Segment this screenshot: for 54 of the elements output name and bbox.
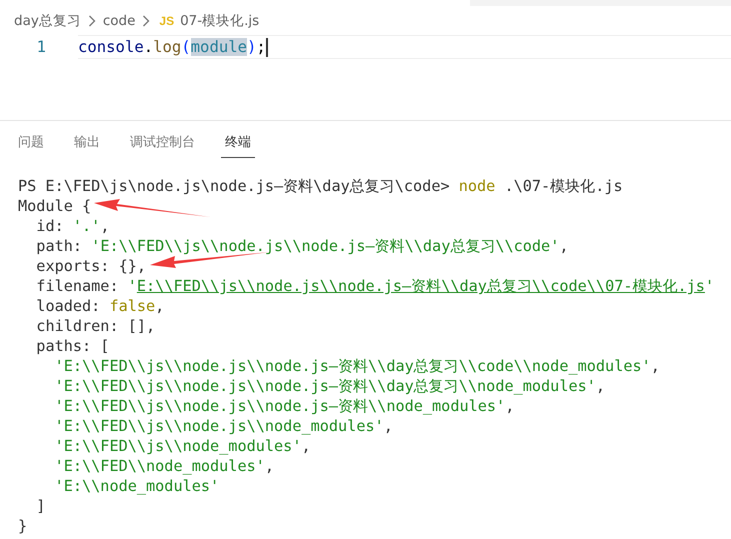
- terminal-text: ,: [596, 377, 606, 395]
- string-text: 'E:\\FED\\js\\node_modules': [54, 437, 302, 455]
- file-link[interactable]: E:\\FED\\js\\node.js\\node.js—资料\\day总复习\\code\\07-模块化.js: [136, 277, 705, 295]
- terminal-text: children: [],: [36, 317, 156, 335]
- panel-tab[interactable]: 终端: [221, 133, 255, 158]
- panel-tab[interactable]: 输出: [70, 133, 104, 158]
- string-text: 'E:\\node_modules': [54, 477, 220, 495]
- string-text: 'E:\\FED\\js\\node.js\\node.js—资料\\day总复习\\node_modules': [54, 377, 596, 395]
- text-cursor: [266, 38, 268, 56]
- panel-tab[interactable]: 问题: [14, 133, 48, 158]
- terminal-text: PS E:\FED\js\node.js\node.js—资料\day总复习\code>: [18, 177, 451, 195]
- terminal-text: ,: [264, 457, 274, 475]
- terminal-text: ,: [384, 417, 393, 435]
- panel-tab[interactable]: 调试控制台: [126, 133, 199, 158]
- terminal-text: ,: [559, 237, 569, 255]
- breadcrumb-item[interactable]: code: [102, 13, 136, 29]
- string-text: 'E:\\FED\\js\\node.js\\node.js—资料\\day总复习\\code\\node_modules': [54, 357, 651, 375]
- terminal-text: ,: [155, 297, 164, 315]
- code-token: ): [247, 38, 256, 56]
- terminal-text: ]: [36, 497, 46, 515]
- terminal-text: .\07-模块化.js: [504, 177, 623, 195]
- terminal-text: loaded:: [36, 297, 102, 315]
- code-token: (: [181, 38, 191, 56]
- breadcrumb-file[interactable]: 07-模块化.js: [180, 12, 260, 30]
- string-text: '.': [72, 217, 100, 235]
- code-token: ;: [256, 38, 266, 56]
- terminal-text: exports: {},: [36, 257, 146, 275]
- terminal-text: Module {: [18, 197, 92, 215]
- chevron-icon: [142, 15, 150, 27]
- terminal-text: id:: [36, 217, 65, 235]
- code-token: log: [153, 38, 182, 56]
- terminal-text: ,: [650, 357, 660, 375]
- string-text: 'E:\\FED\\js\\node.js\\node.js—资料\\node_modules': [54, 397, 506, 415]
- file-type-icon: JS: [159, 14, 174, 28]
- terminal-text: path:: [36, 237, 84, 255]
- terminal-text: filename:: [36, 277, 120, 295]
- terminal-text: ,: [100, 217, 110, 235]
- terminal-text: paths: [: [36, 337, 110, 355]
- chevron-icon: [88, 15, 96, 27]
- terminal-text: ,: [505, 397, 514, 415]
- string-text: ': [704, 277, 714, 295]
- terminal-text: ,: [301, 437, 311, 455]
- string-text: 'E:\\FED\\js\\node.js\\node_modules': [54, 417, 384, 435]
- string-text: 'E:\\FED\\node_modules': [54, 457, 265, 475]
- code-token: console: [78, 38, 144, 56]
- string-text: 'E:\\FED\\js\\node.js\\node.js—资料\\day总复习\\code': [91, 237, 560, 255]
- terminal-text: }: [18, 517, 28, 535]
- line-number: 1: [36, 38, 47, 56]
- keyword-text: false: [109, 297, 156, 315]
- code-token: module: [190, 38, 248, 56]
- string-text: ': [128, 277, 137, 295]
- keyword-text: node: [458, 177, 496, 195]
- code-token: .: [144, 38, 154, 56]
- breadcrumb-item[interactable]: day总复习: [14, 12, 81, 30]
